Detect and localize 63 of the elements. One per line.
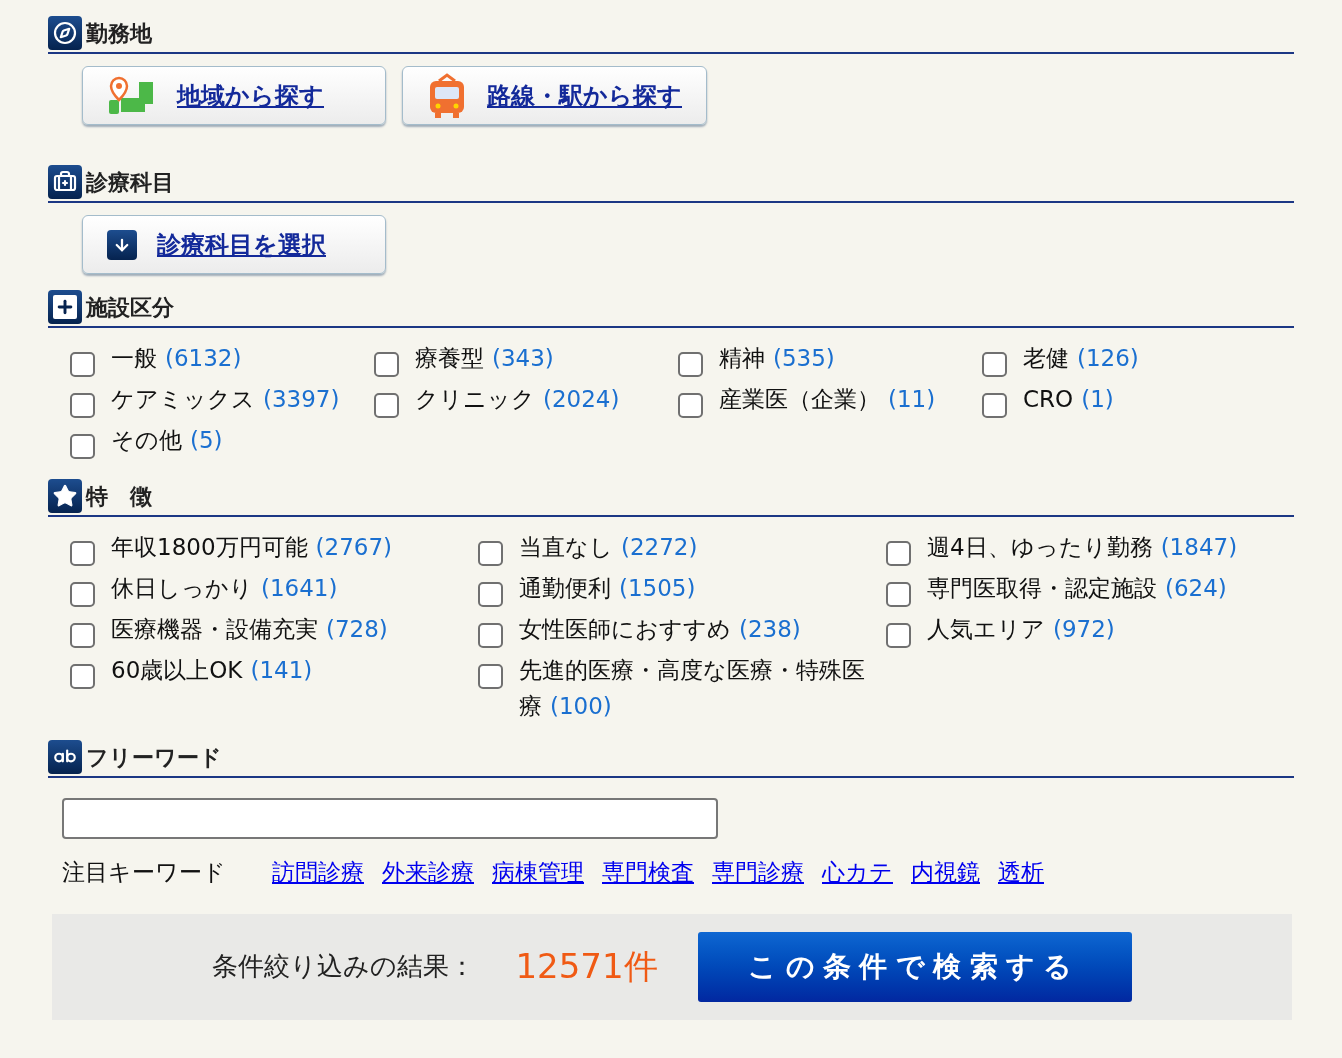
option-label: クリニック (2024) — [415, 385, 620, 414]
hospital-cross-icon — [48, 290, 82, 324]
keyword-link[interactable]: 専門検査 — [602, 855, 694, 890]
keyword-link[interactable]: 外来診療 — [382, 855, 474, 890]
keyword-field[interactable] — [62, 798, 718, 839]
section-title: 診療科目 — [86, 168, 174, 197]
option-label: 休日しっかり (1641) — [111, 574, 338, 603]
keywords-label: 注目キーワード — [62, 858, 227, 887]
option-label: 年収1800万円可能 (2767) — [111, 533, 393, 562]
option-label: CRO (1) — [1023, 385, 1114, 414]
checkbox[interactable] — [478, 541, 503, 566]
checkbox[interactable] — [70, 393, 95, 418]
checkbox[interactable] — [982, 352, 1007, 377]
section-title: 施設区分 — [86, 293, 174, 322]
keyword-link[interactable]: 心カテ — [822, 855, 893, 890]
result-label: 条件絞り込みの結果： — [212, 950, 476, 983]
checkbox[interactable] — [70, 664, 95, 689]
checkbox[interactable] — [70, 352, 95, 377]
option-label: 女性医師におすすめ (238) — [519, 615, 801, 644]
letters-icon — [48, 740, 82, 774]
checkbox[interactable] — [70, 623, 95, 648]
option-label: 通勤便利 (1505) — [519, 574, 696, 603]
checkbox[interactable] — [886, 623, 911, 648]
option-label: その他 (5) — [111, 426, 223, 455]
option-label: 当直なし (2272) — [519, 533, 698, 562]
option-label: 60歳以上OK (141) — [111, 656, 313, 685]
checkbox[interactable] — [886, 582, 911, 607]
option-label: 産業医（企業） (11) — [719, 385, 936, 414]
result-count: 12571件 — [515, 945, 658, 988]
option-label: 療養型 (343) — [415, 344, 554, 373]
option-label: 週4日、ゆったり勤務 (1847) — [927, 533, 1238, 562]
option-label: 医療機器・設備充実 (728) — [111, 615, 388, 644]
option-label: 精神 (535) — [719, 344, 835, 373]
medical-bag-icon — [48, 165, 82, 199]
checkbox[interactable] — [678, 352, 703, 377]
checkbox[interactable] — [478, 664, 503, 689]
compass-icon — [48, 16, 82, 50]
train-icon — [427, 72, 467, 119]
checkbox[interactable] — [374, 352, 399, 377]
checkbox[interactable] — [70, 582, 95, 607]
checkbox[interactable] — [886, 541, 911, 566]
keyword-link[interactable]: 透析 — [998, 855, 1044, 890]
option-label: 先進的医療・高度な医療・特殊医療 (100) — [519, 656, 866, 721]
keyword-link[interactable]: 訪問診療 — [272, 855, 364, 890]
section-title: 特 徴 — [86, 482, 152, 511]
section-title: 勤務地 — [86, 19, 152, 48]
option-label: 一般 (6132) — [111, 344, 242, 373]
checkbox[interactable] — [70, 434, 95, 459]
option-label: 専門医取得・認定施設 (624) — [927, 574, 1227, 603]
checkbox[interactable] — [678, 393, 703, 418]
keyword-link[interactable]: 病棟管理 — [492, 855, 584, 890]
search-button[interactable]: この条件で検索する — [697, 931, 1132, 1002]
keyword-link[interactable]: 内視鏡 — [911, 855, 980, 890]
keyword-link[interactable]: 専門診療 — [712, 855, 804, 890]
section-title: フリーワード — [86, 743, 222, 772]
checkbox[interactable] — [478, 582, 503, 607]
checkbox[interactable] — [478, 623, 503, 648]
checkbox[interactable] — [374, 393, 399, 418]
option-label: 人気エリア (972) — [927, 615, 1115, 644]
checkbox[interactable] — [982, 393, 1007, 418]
option-label: ケアミックス (3397) — [111, 385, 340, 414]
option-label: 老健 (126) — [1023, 344, 1139, 373]
checkbox[interactable] — [70, 541, 95, 566]
